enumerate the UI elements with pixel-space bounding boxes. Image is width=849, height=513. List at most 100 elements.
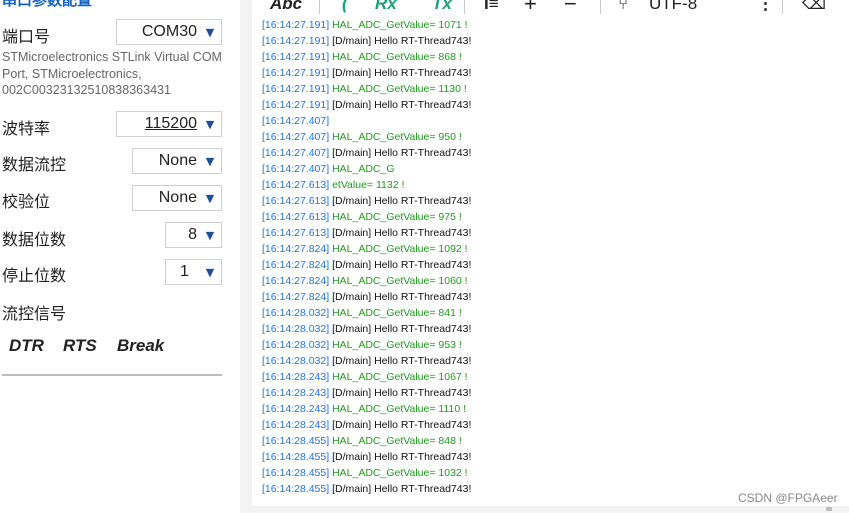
- log-timestamp: [16:14:28.243]: [262, 387, 330, 399]
- flow-select[interactable]: None ▼: [132, 148, 222, 174]
- log-message: HAL_ADC_GetValue= 1067 !: [332, 371, 468, 383]
- log-line: [16:14:28.032] HAL_ADC_GetValue= 953 !: [262, 337, 462, 353]
- log-message: [D/main] Hello RT-Thread743!: [332, 355, 472, 367]
- flow-value: None: [158, 152, 197, 169]
- log-timestamp: [16:14:27.613]: [262, 195, 330, 207]
- text-format-icon[interactable]: I≡: [484, 0, 499, 14]
- minus-icon[interactable]: −: [564, 0, 577, 16]
- log-line: [16:14:27.824] [D/main] Hello RT-Thread7…: [262, 257, 471, 273]
- log-message: [D/main] Hello RT-Thread743!: [332, 419, 472, 431]
- log-message: [D/main] Hello RT-Thread743!: [332, 35, 472, 47]
- log-line: [16:14:28.455] [D/main] Hello RT-Thread7…: [262, 481, 471, 497]
- break-button[interactable]: Break: [117, 336, 164, 356]
- baud-select[interactable]: 115200 ▼: [116, 111, 222, 137]
- stopbits-select[interactable]: 1 ▼: [165, 259, 222, 285]
- log-timestamp: [16:14:27.824]: [262, 275, 330, 287]
- log-message: HAL_ADC_GetValue= 950 !: [332, 131, 462, 143]
- log-line: [16:14:28.455] HAL_ADC_GetValue= 1032 !: [262, 465, 468, 481]
- log-message: [D/main] Hello RT-Thread743!: [332, 227, 472, 239]
- log-line: [16:14:28.243] [D/main] Hello RT-Thread7…: [262, 417, 471, 433]
- log-line: [16:14:27.407] HAL_ADC_G: [262, 161, 395, 177]
- log-message: [D/main] Hello RT-Thread743!: [332, 451, 472, 463]
- log-message: [D/main] Hello RT-Thread743!: [332, 387, 472, 399]
- dtr-button[interactable]: DTR: [9, 336, 44, 356]
- toolbar: Abc ( Rx ⌄ Tx I≡ + − ⑂ UTF-8 ⋮ ⌫: [252, 0, 849, 16]
- log-timestamp: [16:14:27.407]: [262, 147, 330, 159]
- log-timestamp: [16:14:28.455]: [262, 467, 330, 479]
- log-message: [D/main] Hello RT-Thread743!: [332, 67, 472, 79]
- plus-icon[interactable]: +: [524, 0, 537, 16]
- log-timestamp: [16:14:28.032]: [262, 323, 330, 335]
- parity-select[interactable]: None ▼: [132, 185, 222, 211]
- log-timestamp: [16:14:28.243]: [262, 371, 330, 383]
- log-line: [16:14:27.191] [D/main] Hello RT-Thread7…: [262, 97, 471, 113]
- log-timestamp: [16:14:27.191]: [262, 20, 330, 31]
- log-line: [16:14:27.407] [D/main] Hello RT-Thread7…: [262, 145, 471, 161]
- log-line: [16:14:28.243] HAL_ADC_GetValue= 1067 !: [262, 369, 468, 385]
- log-line: [16:14:27.824] HAL_ADC_GetValue= 1092 !: [262, 241, 468, 257]
- abc-button[interactable]: Abc: [270, 0, 302, 14]
- chevron-down-icon: ▼: [205, 25, 215, 39]
- serial-config-panel: 串口参数配置 端口号 COM30 ▼ STMicroelectronics ST…: [0, 0, 240, 513]
- log-line: [16:14:28.455] HAL_ADC_GetValue= 848 !: [262, 433, 462, 449]
- rts-button[interactable]: RTS: [63, 336, 97, 356]
- log-timestamp: [16:14:28.243]: [262, 403, 330, 415]
- log-timestamp: [16:14:28.032]: [262, 307, 330, 319]
- log-line: [16:14:28.032] [D/main] Hello RT-Thread7…: [262, 321, 471, 337]
- log-message: HAL_ADC_GetValue= 1032 !: [332, 467, 468, 479]
- parity-value: None: [158, 189, 197, 206]
- log-message: HAL_ADC_GetValue= 953 !: [332, 339, 462, 351]
- log-message: [D/main] Hello RT-Thread743!: [332, 291, 472, 303]
- stopbits-label: 停止位数: [2, 266, 67, 285]
- back-icon[interactable]: (: [342, 0, 348, 14]
- port-select[interactable]: COM30 ▼: [116, 19, 222, 45]
- log-timestamp: [16:14:27.191]: [262, 99, 330, 111]
- log-message: [D/main] Hello RT-Thread743!: [332, 323, 472, 335]
- log-message: HAL_ADC_GetValue= 841 !: [332, 307, 462, 319]
- log-message: HAL_ADC_GetValue= 868 !: [332, 51, 462, 63]
- log-message: [D/main] Hello RT-Thread743!: [332, 195, 472, 207]
- log-line: [16:14:27.191] [D/main] Hello RT-Thread7…: [262, 65, 471, 81]
- log-timestamp: [16:14:28.455]: [262, 451, 330, 463]
- stopbits-value: 1: [180, 263, 189, 280]
- eraser-icon[interactable]: ⌫: [802, 0, 826, 14]
- share-icon[interactable]: ⑂: [618, 0, 628, 14]
- log-message: [D/main] Hello RT-Thread743!: [332, 483, 472, 495]
- encoding-select[interactable]: UTF-8: [649, 0, 697, 14]
- log-line: [16:14:28.032] [D/main] Hello RT-Thread7…: [262, 353, 471, 369]
- log-timestamp: [16:14:28.243]: [262, 419, 330, 431]
- chevron-down-icon: ▼: [205, 191, 215, 205]
- rx-button[interactable]: Rx: [375, 0, 397, 14]
- scrollbar-thumb[interactable]: [826, 507, 832, 511]
- log-timestamp: [16:14:27.824]: [262, 243, 330, 255]
- log-message: etValue= 1132 !: [332, 179, 405, 191]
- log-timestamp: [16:14:27.407]: [262, 163, 330, 175]
- toolbar-separator: [600, 0, 601, 14]
- toolbar-separator: [782, 0, 783, 14]
- log-timestamp: [16:14:27.613]: [262, 211, 330, 223]
- log-line: [16:14:28.032] HAL_ADC_GetValue= 841 !: [262, 305, 462, 321]
- log-timestamp: [16:14:27.613]: [262, 227, 330, 239]
- scrollbar-horizontal[interactable]: [252, 506, 849, 513]
- log-line: [16:14:27.407] HAL_ADC_GetValue= 950 !: [262, 129, 462, 145]
- log-line: [16:14:27.407]: [262, 113, 329, 129]
- more-icon[interactable]: ⋮: [757, 0, 774, 14]
- log-message: [D/main] Hello RT-Thread743!: [332, 259, 472, 271]
- section-title: 串口参数配置: [2, 0, 93, 9]
- log-timestamp: [16:14:27.613]: [262, 179, 330, 191]
- receive-log[interactable]: [16:14:27.191] HAL_ADC_GetValue= 1071 ![…: [252, 20, 849, 506]
- port-value: COM30: [141, 23, 197, 40]
- log-line: [16:14:27.613] etValue= 1132 !: [262, 177, 404, 193]
- databits-select[interactable]: 8 ▼: [165, 222, 222, 248]
- port-description: STMicroelectronics STLink Virtual COM Po…: [2, 50, 222, 97]
- baud-value: 115200: [144, 115, 197, 132]
- log-timestamp: [16:14:28.455]: [262, 483, 330, 495]
- chevron-down-icon[interactable]: ⌄: [398, 0, 406, 1]
- tx-button[interactable]: Tx: [432, 0, 452, 14]
- log-timestamp: [16:14:27.407]: [262, 131, 330, 143]
- toolbar-separator: [464, 0, 465, 14]
- log-timestamp: [16:14:27.191]: [262, 83, 330, 95]
- log-message: HAL_ADC_GetValue= 1092 !: [332, 243, 468, 255]
- log-line: [16:14:27.824] HAL_ADC_GetValue= 1060 !: [262, 273, 468, 289]
- chevron-down-icon: ▼: [205, 117, 215, 131]
